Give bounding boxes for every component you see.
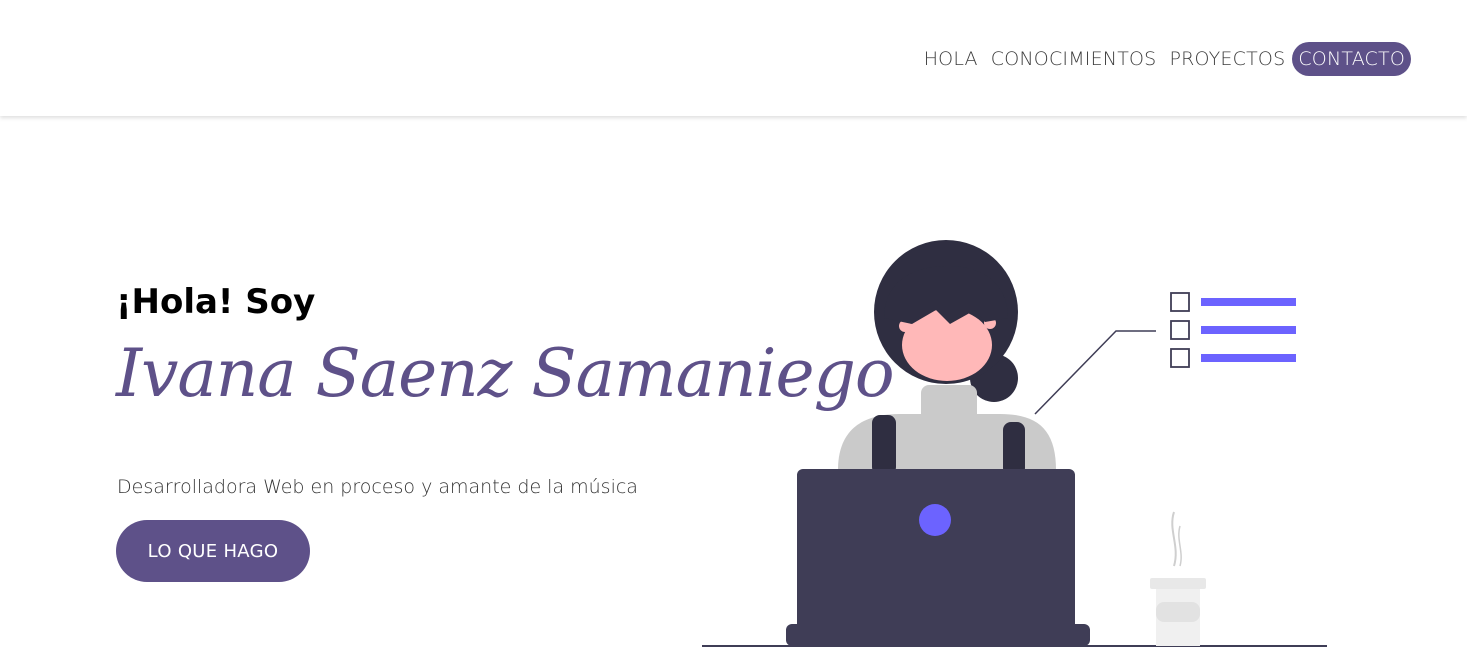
nav-link-proyectos[interactable]: PROYECTOS [1163,42,1291,76]
nav-link-contacto[interactable]: CONTACTO [1292,42,1411,76]
navbar: HOLA CONOCIMIENTOS PROYECTOS CONTACTO [0,0,1467,116]
nav-menu: HOLA CONOCIMIENTOS PROYECTOS CONTACTO [917,42,1411,76]
checklist-icon [1170,292,1296,368]
hero-greeting: ¡Hola! Soy [116,282,316,322]
nav-link-conocimientos[interactable]: CONOCIMIENTOS [985,42,1163,76]
nav-link-hola[interactable]: HOLA [918,42,984,76]
woman-with-laptop-illustration [702,240,1327,647]
hero-subtitle: Desarrolladora Web en proceso y amante d… [117,476,638,498]
lo-que-hago-button[interactable]: LO QUE HAGO [116,520,310,582]
